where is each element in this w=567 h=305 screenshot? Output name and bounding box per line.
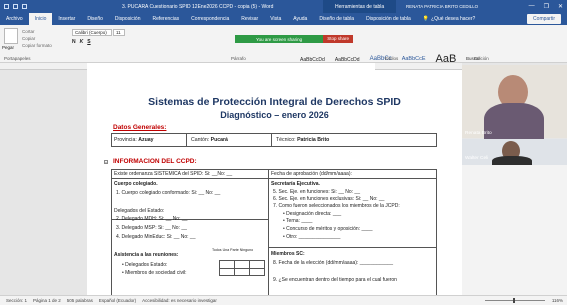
doc-subtitle: Diagnóstico – enero 2026 (220, 110, 329, 120)
miembros-title: Miembros SC: (271, 251, 305, 257)
format-buttons: N K S (72, 39, 91, 45)
tell-me-text: ¿Qué desea hacer? (431, 16, 476, 22)
title-bar: 3. PUCARA Cuestionario SPID 12Ene2026 CC… (0, 0, 567, 13)
delegado-msp: 3. Delegado MSP: Si: __ No: __ (116, 225, 187, 231)
participant-video-2[interactable]: Walter Celi (462, 139, 567, 168)
status-language[interactable]: Español (Ecuador) (99, 298, 136, 303)
tab-archivo[interactable]: Archivo (0, 13, 29, 25)
provincia-label: Provincia: Azuay (114, 137, 154, 143)
sec-q7a: • Designación directa: ___ (283, 211, 342, 217)
sec-q7b: • Terna: ____ (283, 218, 313, 224)
asistencia-sociedad: • Miembros de sociedad civil: (122, 270, 187, 276)
undo-icon[interactable] (13, 4, 18, 9)
tab-insertar[interactable]: Insertar (52, 13, 81, 25)
tab-diseno[interactable]: Diseño (81, 13, 109, 25)
zoom-slider-thumb[interactable] (513, 298, 515, 303)
miembros-q9: 9. ¿Se encuentran dentro del tiempo para… (273, 277, 397, 283)
delegado-mdh: 2. Delegado MDH: Si: __ No: __ (116, 216, 188, 222)
document-page[interactable]: Sistemas de Protección Integral de Derec… (87, 70, 462, 295)
table-tools-label: Herramientas de tabla (323, 0, 397, 13)
horizontal-ruler[interactable] (0, 63, 462, 70)
sec-q7: 7. Como fueron seleccionados los miembro… (273, 203, 400, 209)
copy-button[interactable]: Copiar (22, 35, 52, 42)
status-words[interactable]: 505 palabras (67, 298, 93, 303)
participant-name-2: Walter Celi (465, 156, 489, 161)
asistencia-estado: • Delegados Estado: (122, 262, 168, 268)
doc-title: Sistemas de Protección Integral de Derec… (148, 96, 401, 108)
styles-group-label: Estilos (385, 56, 399, 61)
clipboard-items: Cortar Copiar Copiar formato (22, 28, 52, 49)
lightbulb-icon: 💡 (422, 16, 430, 22)
document-canvas: Sistemas de Protección Integral de Derec… (0, 70, 462, 295)
tab-vista[interactable]: Vista (264, 13, 287, 25)
ribbon: Pegar Cortar Copiar Copiar formato Porta… (0, 25, 567, 70)
sec-q6: 6. Sec. Eje. en funciones exclusivas: Si… (273, 196, 385, 202)
tab-disposicion-tabla[interactable]: Disposición de tabla (360, 13, 417, 25)
paste-icon[interactable] (4, 28, 18, 44)
screen-sharing-bar: You are screen sharing Stop share (235, 35, 353, 43)
close-button[interactable]: ✕ (558, 3, 563, 10)
participant-name-1: Renata Brito (465, 131, 492, 136)
status-accessibility[interactable]: Accesibilidad: es necesario investigar (142, 298, 217, 303)
minimize-button[interactable]: — (529, 3, 535, 10)
window-controls: — ❐ ✕ (529, 3, 563, 10)
status-bar: Sección: 1 Página 1 de 2 505 palabras Es… (0, 295, 567, 305)
tell-me-box[interactable]: 💡 ¿Qué desea hacer? (423, 16, 475, 22)
participant-video-1[interactable]: Renata Brito (462, 65, 567, 143)
status-section[interactable]: Sección: 1 (6, 298, 27, 303)
quick-access-toolbar (4, 4, 27, 9)
sec-q5: 5. Sec. Eje. en funciones: Si: __ No: __ (273, 189, 360, 195)
sec-q7d: • Otro: _______________ (283, 234, 341, 240)
tab-diseno-tabla[interactable]: Diseño de tabla (313, 13, 360, 25)
cuerpo-title: Cuerpo colegiado. (114, 181, 158, 187)
underline-button[interactable]: S (87, 39, 90, 45)
italic-button[interactable]: K (80, 39, 84, 45)
paragraph-group-label: Párrafo (231, 56, 246, 61)
tab-inicio[interactable]: Inicio (28, 13, 53, 25)
ordenanza-question: Existe ordenanza SISTEMICA del SPID: Si:… (114, 171, 233, 177)
tab-disposicion[interactable]: Disposición (109, 13, 147, 25)
bold-button[interactable]: N (72, 39, 76, 45)
tab-referencias[interactable]: Referencias (146, 13, 185, 25)
restore-button[interactable]: ❐ (544, 3, 549, 10)
sharing-message: You are screen sharing (256, 36, 303, 42)
user-name[interactable]: RENATA PATRICIA BRITO CEDILLO (406, 4, 478, 9)
status-page[interactable]: Página 1 de 2 (33, 298, 61, 303)
delegados-title: Delegados del Estado: (114, 208, 165, 214)
fecha-aprobacion: Fecha de aprobación (dd/mm/aaaa): (271, 171, 352, 177)
sec-q7c: • Concurso de méritos y oposición: ____ (283, 226, 373, 232)
font-size-select[interactable]: 11 (113, 29, 125, 36)
ccpd-heading: INFORMACION DEL CCPD: (113, 158, 197, 165)
cut-button[interactable]: Cortar (22, 28, 52, 35)
share-button[interactable]: Compartir (527, 14, 561, 24)
stop-share-button[interactable]: Stop share (323, 35, 353, 43)
canton-label: Cantón: Pucará (191, 137, 228, 143)
format-painter-button[interactable]: Copiar formato (22, 42, 52, 49)
clipboard-group-label: Portapapeles (4, 56, 31, 61)
miembros-q8: 8. Fecha de la elección (dd/mm/aaaa): __… (273, 260, 394, 266)
font-name-select[interactable]: Calibri (Cuerpo) (72, 29, 112, 36)
tecnico-label: Técnico: Patricia Brito (276, 137, 330, 143)
paste-button[interactable]: Pegar (2, 45, 14, 50)
delegado-mineduc: 4. Delegado MinEduc: Si: __ No: __ (116, 234, 196, 240)
cuerpo-q1: 1. Cuerpo colegiado conformado: Si: __ N… (116, 190, 221, 196)
zoom-slider[interactable] (485, 300, 545, 301)
general-data-table (111, 133, 437, 147)
editing-group-label: Edición (474, 56, 489, 61)
asistencia-title: Asistencia a las reuniones: (114, 252, 179, 258)
ribbon-tabs: Archivo Inicio Insertar Diseño Disposici… (0, 13, 567, 25)
tab-correspondencia[interactable]: Correspondencia (185, 13, 235, 25)
document-title: 3. PUCARA Cuestionario SPID 12Ene2026 CC… (122, 3, 274, 10)
save-icon[interactable] (4, 4, 9, 9)
tab-revisar[interactable]: Revisar (235, 13, 264, 25)
zoom-level[interactable]: 116% (552, 298, 563, 303)
table-move-handle[interactable]: + (104, 160, 108, 164)
general-heading: Datos Generales: (113, 124, 167, 131)
tab-ayuda[interactable]: Ayuda (287, 13, 313, 25)
secretaria-title: Secretaría Ejecutiva. (271, 181, 320, 187)
redo-icon[interactable] (22, 4, 27, 9)
side-panel (462, 165, 567, 295)
asistencia-columns: Todos Una Parte Ninguno (212, 248, 254, 252)
